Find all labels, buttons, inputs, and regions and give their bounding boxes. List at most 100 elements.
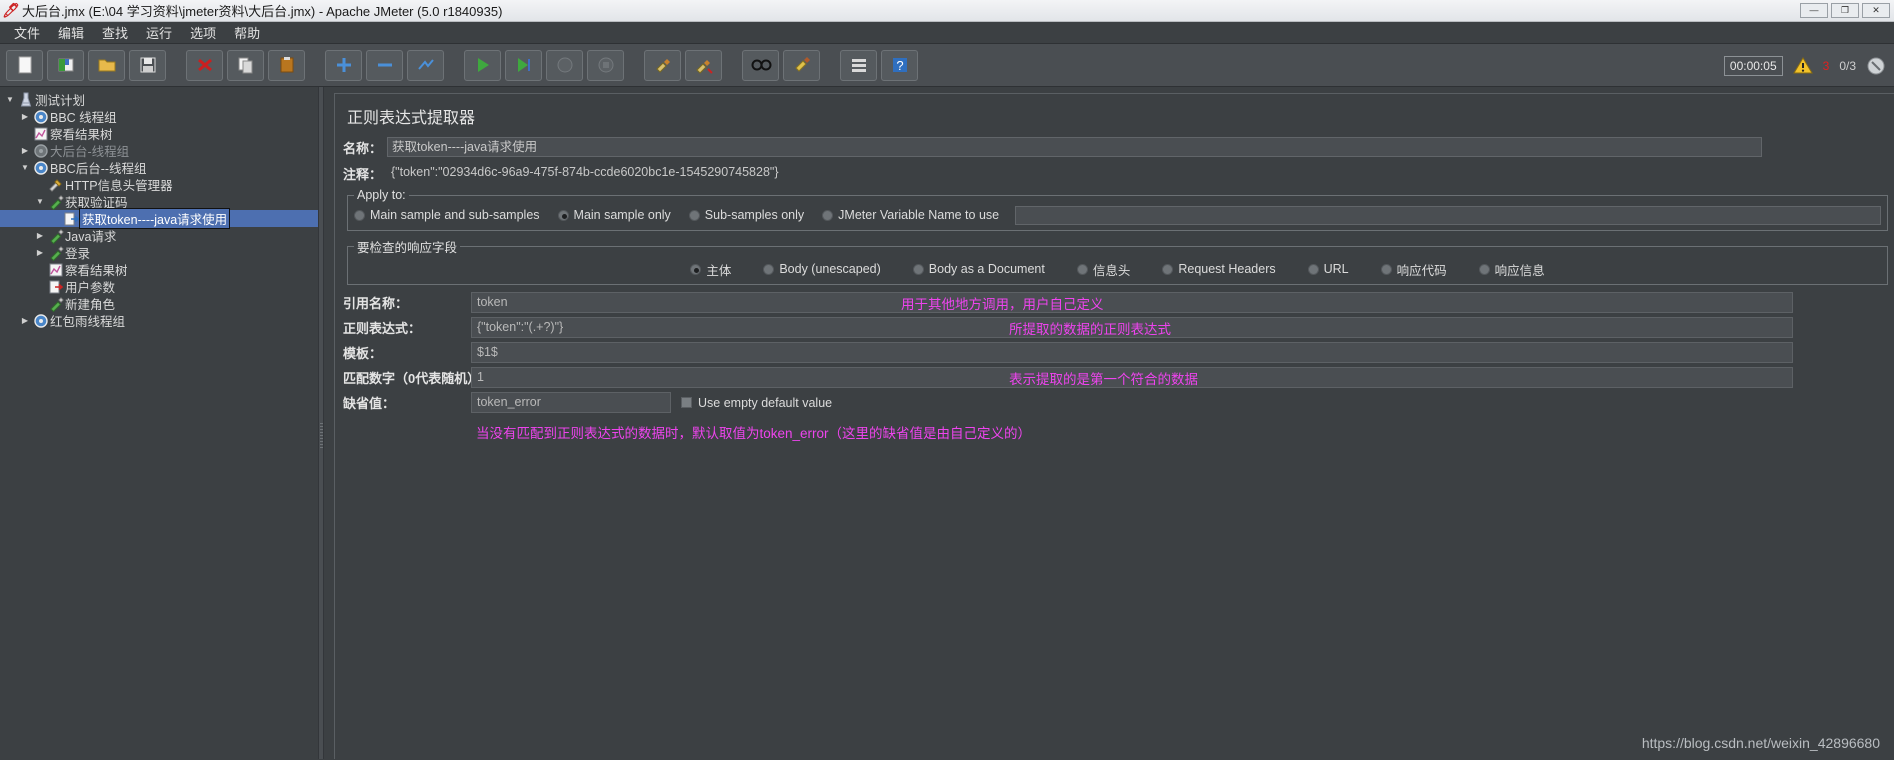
field-response-code[interactable]: 响应代码	[1380, 260, 1447, 279]
start-no-pauses-icon[interactable]	[505, 49, 542, 81]
radio-dot-icon[interactable]	[354, 209, 365, 221]
menu-help[interactable]: 帮助	[226, 21, 268, 44]
field-request-headers[interactable]: Request Headers	[1162, 262, 1276, 276]
checkbox-icon[interactable]	[681, 397, 692, 408]
radio-dot-icon[interactable]	[1380, 263, 1392, 275]
window-title: 大后台.jmx (E:\04 学习资料\jmeter资料\大后台.jmx) - …	[22, 4, 503, 19]
radio-dot-selected-icon[interactable]	[557, 209, 569, 221]
tree-item[interactable]: ▼ 测试计划	[0, 91, 318, 108]
tree-item[interactable]: ▶ 登录	[0, 244, 318, 261]
name-row: 名称： 获取token----java请求使用	[343, 136, 1894, 158]
close-icon[interactable]	[186, 49, 223, 81]
tree-expand-arrow-down-icon[interactable]: ▼	[4, 95, 16, 104]
menu-search[interactable]: 查找	[94, 21, 136, 44]
copy-icon[interactable]	[227, 49, 264, 81]
function-helper-icon[interactable]	[840, 49, 877, 81]
field-body-as-document[interactable]: Body as a Document	[912, 262, 1045, 276]
tree-item[interactable]: ▶ Java请求	[0, 227, 318, 244]
clear-all-icon[interactable]	[685, 49, 722, 81]
help-icon[interactable]: ?	[881, 49, 918, 81]
tree-item[interactable]: ▶ 大后台-线程组	[0, 142, 318, 159]
template-input[interactable]: $1$	[471, 342, 1793, 363]
tree-item[interactable]: 新建角色	[0, 295, 318, 312]
close-button[interactable]: ✕	[1862, 3, 1890, 18]
tree-item[interactable]: ▶ 红包雨线程组	[0, 312, 318, 329]
minimize-button[interactable]: —	[1800, 3, 1828, 18]
radio-dot-icon[interactable]	[1307, 263, 1319, 275]
templates-icon[interactable]	[47, 49, 84, 81]
field-response-headers-label: 信息头	[1092, 263, 1131, 278]
jmeter-feather-icon: 🖊	[2, 2, 20, 18]
field-body-unescaped[interactable]: Body (unescaped)	[763, 262, 881, 276]
comment-input[interactable]: {"token":"02934d6c-96a9-475f-874b-ccde60…	[387, 163, 1762, 183]
menu-edit[interactable]: 编辑	[50, 21, 92, 44]
tree-item[interactable]: 获取token----java请求使用	[0, 208, 318, 229]
name-input[interactable]: 获取token----java请求使用	[387, 137, 1762, 157]
radio-dot-selected-icon[interactable]	[690, 263, 702, 275]
apply-to-sub-only-label: Sub-samples only	[704, 208, 805, 222]
tree-expand-arrow-down-icon[interactable]: ▼	[34, 197, 46, 206]
clear-icon[interactable]	[644, 49, 681, 81]
apply-to-jmeter-variable[interactable]: JMeter Variable Name to use	[822, 208, 999, 222]
default-value-input[interactable]: token_error	[471, 392, 671, 413]
stop-circle-icon[interactable]	[1866, 56, 1886, 76]
save-icon[interactable]	[129, 49, 166, 81]
menu-run[interactable]: 运行	[138, 21, 180, 44]
toggle-icon[interactable]	[407, 49, 444, 81]
field-to-check-legend: 要检查的响应字段	[357, 241, 458, 255]
jmeter-variable-input[interactable]	[1015, 205, 1881, 225]
maximize-button[interactable]: ❐	[1831, 3, 1859, 18]
test-plan-icon	[16, 92, 35, 108]
menu-file[interactable]: 文件	[6, 21, 48, 44]
reference-name-input[interactable]: token	[471, 292, 1793, 313]
open-icon[interactable]	[88, 49, 125, 81]
apply-to-main-and-sub[interactable]: Main sample and sub-samples	[354, 208, 540, 222]
tree-expand-arrow-right-icon[interactable]: ▶	[34, 231, 46, 240]
name-label: 名称：	[343, 140, 383, 156]
apply-to-main-only[interactable]: Main sample only	[557, 208, 671, 222]
collapse-icon[interactable]	[366, 49, 403, 81]
field-body-label: 主体	[706, 263, 732, 278]
radio-dot-icon[interactable]	[822, 209, 834, 221]
user-parameters-icon	[49, 280, 63, 293]
field-response-message[interactable]: 响应信息	[1478, 260, 1545, 279]
tree-item[interactable]: ▼ BBC后台--线程组	[0, 159, 318, 176]
test-plan-tree[interactable]: ▼ 测试计划 ▶ BBC 线程组 察看结果树 ▶ 大后台-线程组 ▼ BBC后台--线程组 HTT…	[0, 87, 318, 759]
shutdown-icon[interactable]	[587, 49, 624, 81]
warning-count[interactable]: 3	[1823, 59, 1830, 73]
search-icon[interactable]	[742, 49, 779, 81]
radio-dot-icon[interactable]	[688, 209, 700, 221]
divider-grip[interactable]	[320, 423, 323, 449]
field-url[interactable]: URL	[1307, 262, 1349, 276]
start-icon[interactable]	[464, 49, 501, 81]
thread-group-icon	[31, 160, 50, 176]
use-empty-default-value-checkbox[interactable]: Use empty default value	[681, 396, 832, 410]
tree-expand-arrow-down-icon[interactable]: ▼	[19, 163, 31, 172]
tree-item[interactable]: HTTP信息头管理器	[0, 176, 318, 193]
sampler-icon	[46, 296, 65, 312]
tree-expand-arrow-right-icon[interactable]: ▶	[19, 112, 31, 121]
new-icon[interactable]	[6, 49, 43, 81]
radio-dot-icon[interactable]	[1076, 263, 1088, 275]
radio-dot-icon[interactable]	[912, 263, 924, 275]
apply-to-sub-only[interactable]: Sub-samples only	[688, 208, 805, 222]
field-body[interactable]: 主体	[690, 260, 731, 279]
tree-expand-arrow-right-icon[interactable]: ▶	[34, 248, 46, 257]
stop-icon[interactable]	[546, 49, 583, 81]
radio-dot-icon[interactable]	[1162, 263, 1174, 275]
tree-expand-arrow-right-icon[interactable]: ▶	[19, 146, 31, 155]
paste-icon[interactable]	[268, 49, 305, 81]
expand-icon[interactable]	[325, 49, 362, 81]
window-controls[interactable]: — ❐ ✕	[1800, 3, 1890, 18]
menu-options[interactable]: 选项	[182, 21, 224, 44]
tree-item[interactable]: 察看结果树	[0, 261, 318, 278]
tree-item[interactable]: ▶ BBC 线程组	[0, 108, 318, 125]
radio-dot-icon[interactable]	[1478, 263, 1490, 275]
field-response-headers[interactable]: 信息头	[1076, 260, 1131, 279]
radio-dot-icon[interactable]	[763, 263, 775, 275]
search-reset-icon[interactable]	[783, 49, 820, 81]
tree-item[interactable]: 用户参数	[0, 278, 318, 295]
warning-triangle-icon[interactable]	[1792, 56, 1813, 75]
tree-expand-arrow-right-icon[interactable]: ▶	[19, 316, 31, 325]
tree-item[interactable]: 察看结果树	[0, 125, 318, 142]
